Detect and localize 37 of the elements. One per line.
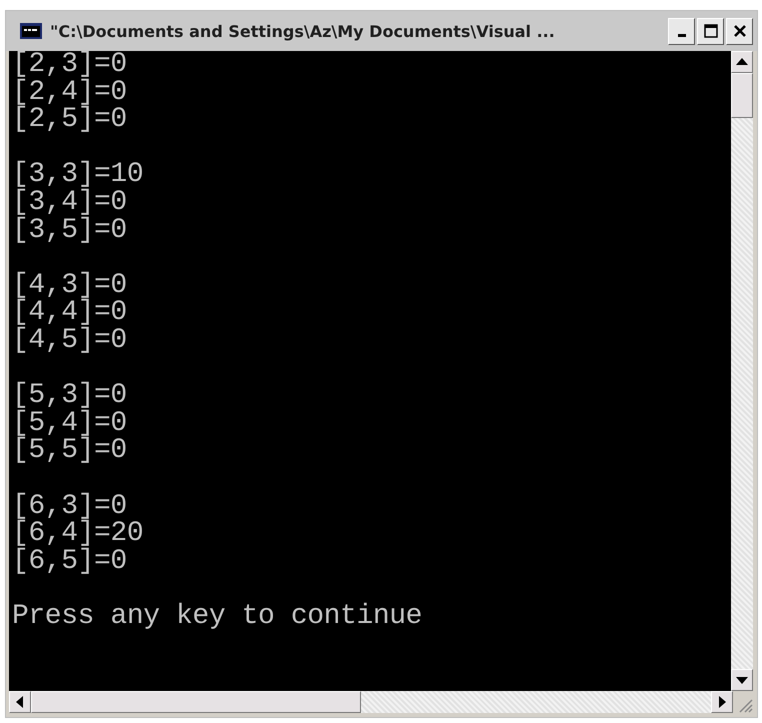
console-app-icon bbox=[20, 23, 42, 39]
console-output-line: [6,3]=0 bbox=[12, 492, 127, 520]
maximize-button[interactable] bbox=[697, 18, 724, 44]
minimize-icon bbox=[678, 34, 686, 36]
right-arrow-icon bbox=[718, 696, 726, 708]
console-output-line: [2,5]=0 bbox=[12, 106, 127, 134]
console-output-line: [4,4]=0 bbox=[12, 299, 127, 327]
vertical-scrollbar[interactable] bbox=[731, 51, 753, 691]
down-arrow-icon bbox=[736, 676, 748, 684]
console-output-line: [5,3]=0 bbox=[12, 382, 127, 410]
resize-grip-icon[interactable] bbox=[737, 697, 753, 713]
scroll-up-button[interactable] bbox=[731, 51, 753, 73]
scrollbar-thumb[interactable] bbox=[731, 73, 753, 118]
console-output-line: [3,4]=0 bbox=[12, 188, 127, 217]
scrollbar-thumb[interactable] bbox=[31, 691, 361, 713]
maximize-icon bbox=[704, 24, 718, 38]
scroll-down-button[interactable] bbox=[731, 669, 753, 691]
console-output-line: [5,4]=0 bbox=[12, 410, 127, 438]
up-arrow-icon bbox=[736, 58, 748, 66]
scroll-right-button[interactable] bbox=[711, 691, 733, 713]
console-output-line: [6,5]=0 bbox=[12, 548, 127, 576]
console-output-line: [3,5]=0 bbox=[12, 216, 127, 244]
minimize-button[interactable] bbox=[668, 18, 695, 44]
console-output-line: [3,3]=10 bbox=[12, 161, 144, 189]
scroll-left-button[interactable] bbox=[9, 691, 31, 713]
console-prompt: Press any key to continue bbox=[12, 602, 422, 630]
left-arrow-icon bbox=[16, 696, 24, 708]
console-output-line: [2,4]=0 bbox=[12, 78, 127, 106]
close-icon bbox=[732, 24, 746, 38]
console-output-line: [2,3]=0 bbox=[12, 51, 127, 79]
horizontal-scrollbar[interactable] bbox=[9, 691, 733, 713]
close-button[interactable] bbox=[726, 18, 753, 44]
window-title: "C:\Documents and Settings\Az\My Documents\Visual ... bbox=[50, 22, 556, 40]
console-output-line: [6,4]=20 bbox=[12, 520, 144, 548]
console-output-line: [5,5]=0 bbox=[12, 437, 127, 465]
console-output-line: [4,3]=0 bbox=[12, 272, 127, 300]
console-output-line: [4,5]=0 bbox=[12, 326, 127, 355]
